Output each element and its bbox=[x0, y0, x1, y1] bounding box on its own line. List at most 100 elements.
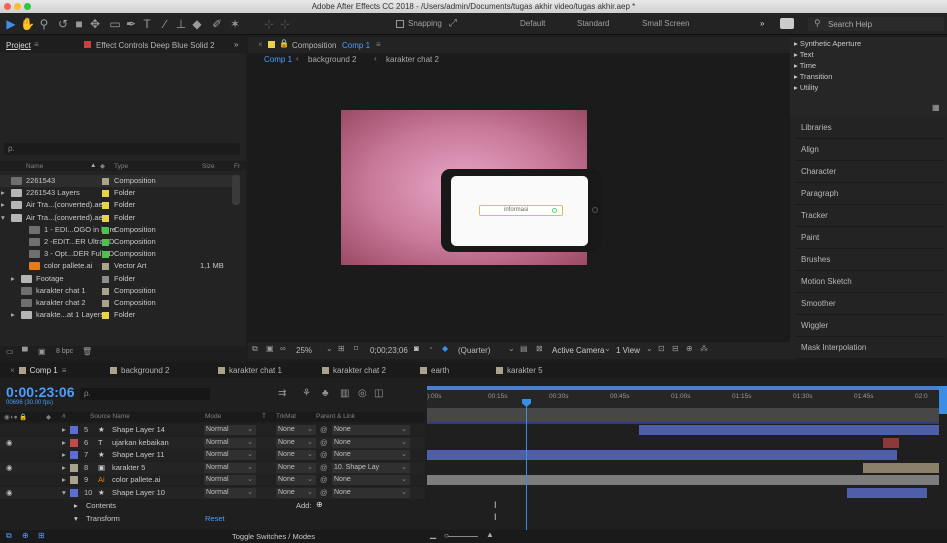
blend-mode-dropdown[interactable]: Normal ⌄ bbox=[204, 450, 256, 461]
layer-row[interactable]: ▸ 7 ★ Shape Layer 11 Normal ⌄ None ⌄ @ None ⌄ bbox=[0, 449, 425, 462]
blend-mode-dropdown[interactable]: Normal ⌄ bbox=[204, 488, 256, 498]
panel-motion-sketch[interactable]: Motion Sketch bbox=[795, 271, 945, 293]
parent-link-dropdown[interactable]: None ⌄ bbox=[332, 488, 410, 498]
panel-wiggler[interactable]: Wiggler bbox=[795, 315, 945, 337]
current-time-indicator[interactable] bbox=[526, 402, 527, 530]
column-type[interactable]: Type bbox=[114, 163, 128, 170]
selection-tool-icon[interactable]: ▶ bbox=[4, 17, 18, 31]
label-color-swatch[interactable] bbox=[102, 190, 109, 198]
local-axis-icon[interactable]: ⊹ bbox=[262, 17, 276, 31]
breadcrumb-karakter-chat-2[interactable]: karakter chat 2 bbox=[386, 55, 439, 64]
panel-align[interactable]: Align bbox=[795, 139, 945, 161]
mask-visibility-icon[interactable]: ▣ bbox=[266, 344, 274, 353]
pan-behind-tool-icon[interactable]: ✥ bbox=[88, 17, 102, 31]
brush-tool-icon[interactable]: ∕ bbox=[158, 17, 172, 31]
zoom-in-timeline-icon[interactable]: ▲ bbox=[486, 530, 494, 539]
eraser-tool-icon[interactable]: ◆ bbox=[190, 17, 204, 31]
timeline-zoom-handle[interactable]: ○ bbox=[444, 531, 449, 540]
project-item[interactable]: ▸ karakte...at 1 Layers Folder bbox=[0, 309, 240, 321]
layer-label-swatch[interactable] bbox=[70, 489, 78, 497]
current-time-display[interactable]: 0;00;23;06 bbox=[370, 346, 408, 355]
parent-link-dropdown[interactable]: None ⌄ bbox=[332, 475, 410, 486]
label-color-swatch[interactable] bbox=[102, 275, 109, 283]
layer-name[interactable]: ujarkan kebaikan bbox=[112, 437, 169, 449]
panel-libraries[interactable]: Libraries bbox=[795, 117, 945, 139]
clone-stamp-tool-icon[interactable]: ⊥ bbox=[174, 17, 188, 31]
blend-mode-dropdown[interactable]: Normal ⌄ bbox=[204, 462, 256, 473]
bpc-label[interactable]: 8 bpc bbox=[56, 348, 73, 355]
project-item[interactable]: karakter chat 2 Composition bbox=[0, 297, 240, 309]
twirl-closed-icon[interactable]: ▸ bbox=[11, 309, 15, 321]
rectangle-tool-icon[interactable]: ▭ bbox=[108, 17, 122, 31]
workspace-small-screen[interactable]: Small Screen bbox=[642, 19, 690, 28]
layer-duration-bar[interactable] bbox=[427, 450, 897, 461]
twirl-closed-icon[interactable]: ▸ bbox=[62, 462, 66, 474]
breadcrumb-background-2[interactable]: background 2 bbox=[308, 55, 356, 64]
blend-mode-dropdown[interactable]: Normal ⌄ bbox=[204, 437, 256, 448]
layer-label-swatch[interactable] bbox=[70, 451, 78, 460]
show-snapshot-icon[interactable]: ◔ bbox=[428, 344, 433, 353]
layer-label-swatch[interactable] bbox=[70, 463, 78, 472]
tab-composition-name[interactable]: Comp 1 bbox=[342, 41, 370, 50]
effects-category-text[interactable]: ▸ Text bbox=[794, 50, 813, 59]
label-color-swatch[interactable] bbox=[102, 287, 109, 295]
layer-name[interactable]: color pallete.ai bbox=[112, 474, 160, 486]
camera-chevron-icon[interactable]: ⌄ bbox=[604, 344, 611, 353]
twirl-open-icon[interactable]: ▾ bbox=[62, 487, 66, 499]
tab-effect-controls[interactable]: Effect Controls Deep Blue Solid 2 bbox=[96, 41, 215, 50]
resolution-chevron-icon[interactable]: ⌄ bbox=[508, 344, 515, 353]
sort-ascending-icon[interactable]: ▲ bbox=[90, 162, 96, 169]
keyframe-marker-icon[interactable]: I bbox=[494, 500, 497, 510]
twirl-closed-icon[interactable]: ▸ bbox=[1, 187, 5, 199]
column-trkmat[interactable]: TrkMat bbox=[276, 413, 296, 420]
timeline-tab[interactable]: × Comp 1 ≡ bbox=[10, 366, 66, 375]
timeline-current-time[interactable]: 0:00:23:06 bbox=[6, 384, 75, 400]
always-preview-icon[interactable]: ⧉ bbox=[252, 344, 258, 354]
trkmat-dropdown[interactable]: None ⌄ bbox=[276, 437, 316, 448]
panel-brushes[interactable]: Brushes bbox=[795, 249, 945, 271]
layer-name[interactable]: karakter 5 bbox=[112, 462, 145, 474]
project-item[interactable]: 3 - Opt...DER FullHD Composition bbox=[0, 248, 240, 260]
layer-row[interactable]: ▸ 5 ★ Shape Layer 14 Normal ⌄ None ⌄ @ None ⌄ bbox=[0, 424, 425, 436]
sync-settings-icon[interactable] bbox=[780, 18, 794, 29]
effects-category-synthetic-aperture[interactable]: ▸ Synthetic Aperture bbox=[794, 39, 861, 48]
trkmat-dropdown[interactable]: None ⌄ bbox=[276, 462, 316, 473]
project-item[interactable]: 1 - EDI...OGO in here Composition bbox=[0, 224, 240, 236]
more-workspaces-button[interactable]: » bbox=[760, 19, 764, 28]
pen-tool-icon[interactable]: ✒ bbox=[124, 17, 138, 31]
panel-tracker[interactable]: Tracker bbox=[795, 205, 945, 227]
panel-smoother[interactable]: Smoother bbox=[795, 293, 945, 315]
contents-twirl-icon[interactable]: ▸ bbox=[74, 501, 78, 510]
twirl-closed-icon[interactable]: ▸ bbox=[11, 273, 15, 285]
twirl-closed-icon[interactable]: ▸ bbox=[62, 449, 66, 461]
label-color-swatch[interactable] bbox=[102, 178, 109, 185]
layer-name[interactable]: Shape Layer 14 bbox=[112, 424, 165, 436]
trkmat-dropdown[interactable]: None ⌄ bbox=[276, 475, 316, 486]
label-color-swatch[interactable] bbox=[102, 300, 109, 307]
layer-label-swatch[interactable] bbox=[70, 438, 78, 447]
exposure-icon[interactable]: ⁂ bbox=[700, 344, 708, 353]
pick-whip-icon[interactable]: @ bbox=[320, 424, 328, 436]
eye-visibility-icon[interactable]: ◉ bbox=[6, 487, 13, 499]
roto-brush-tool-icon[interactable]: ✐ bbox=[210, 17, 224, 31]
toggle-pixel-aspect-icon[interactable]: ⊡ bbox=[658, 344, 665, 353]
parent-link-dropdown[interactable]: 10. Shape Lay ⌄ bbox=[332, 462, 410, 473]
project-search-input[interactable]: ρ. bbox=[4, 143, 240, 155]
timeline-search-input[interactable]: ρ. bbox=[80, 388, 210, 400]
column-source-name[interactable]: Source Name bbox=[90, 413, 130, 420]
graph-editor-icon[interactable]: ◫ bbox=[374, 388, 383, 399]
type-tool-icon[interactable]: T bbox=[140, 17, 154, 31]
label-color-swatch[interactable] bbox=[102, 263, 109, 271]
title-action-safe-icon[interactable]: ⊞ bbox=[338, 344, 345, 353]
layer-row[interactable]: ◉ ▾ 10 ★ Shape Layer 10 Normal ⌄ None ⌄ @ None ⌄ bbox=[0, 487, 425, 499]
snapshot-icon[interactable]: ◙ bbox=[414, 344, 419, 353]
hand-tool-icon[interactable]: ✋ bbox=[20, 17, 35, 31]
parent-link-dropdown[interactable]: None ⌄ bbox=[332, 450, 410, 461]
comp-mini-flowchart-icon[interactable]: ⇉ bbox=[278, 388, 286, 399]
magnification-dropdown[interactable]: 25% bbox=[296, 346, 312, 355]
camera-dropdown[interactable]: Active Camera bbox=[552, 346, 604, 355]
layer-switches-icon[interactable]: ⧉ bbox=[6, 531, 12, 541]
layer-duration-bar[interactable] bbox=[863, 462, 939, 473]
shy-layers-icon[interactable]: ♣ bbox=[322, 388, 329, 399]
project-item[interactable]: ▸ Footage Folder bbox=[0, 273, 240, 285]
